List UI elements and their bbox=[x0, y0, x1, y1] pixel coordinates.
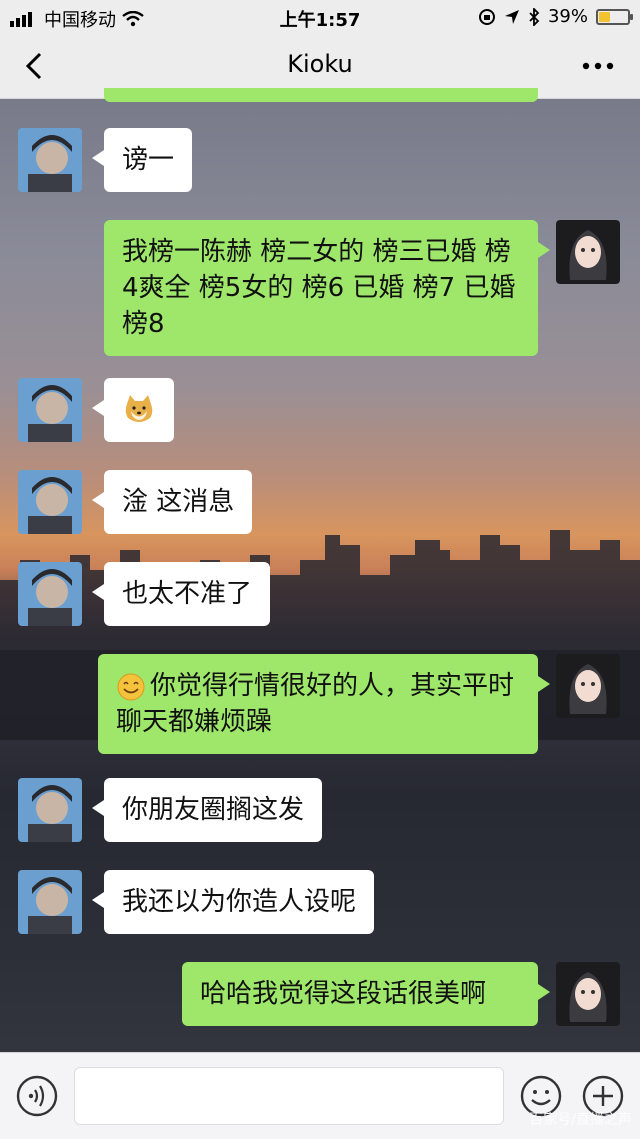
battery-fill bbox=[599, 11, 610, 22]
message-bubble[interactable] bbox=[92, 378, 174, 442]
message-text: 哈哈我觉得这段话很美啊 bbox=[200, 979, 487, 1009]
self-avatar[interactable] bbox=[556, 654, 620, 718]
battery-percent: 39% bbox=[547, 6, 588, 27]
self-avatar[interactable] bbox=[556, 962, 620, 1026]
message-text: 谤一 bbox=[122, 145, 175, 175]
message-bubble[interactable]: 谤一 bbox=[91, 128, 193, 192]
watermark-text: 百家号/直播之声 bbox=[529, 1112, 632, 1128]
more-options-icon[interactable] bbox=[578, 50, 618, 82]
previous-message-edge bbox=[104, 88, 538, 102]
contact-avatar[interactable] bbox=[18, 778, 82, 842]
message-text: 你朋友圈搁这发 bbox=[122, 795, 305, 825]
battery-icon bbox=[596, 8, 633, 25]
message-bubble[interactable]: 我榜一陈赫 榜二女的 榜三已婚 榜4爽全 榜5女的 榜6 已婚 榜7 已婚 榜8 bbox=[104, 220, 550, 356]
message-text: 我榜一陈赫 榜二女的 榜三已婚 榜4爽全 榜5女的 榜6 已婚 榜7 已婚 榜8 bbox=[122, 237, 516, 339]
contact-avatar[interactable] bbox=[18, 378, 82, 442]
input-toolbar: 百家号/直播之声 bbox=[0, 1052, 640, 1139]
bluetooth-icon bbox=[529, 7, 540, 26]
message-text: 我还以为你造人设呢 bbox=[122, 887, 357, 917]
contact-avatar[interactable] bbox=[18, 562, 82, 626]
contact-avatar[interactable] bbox=[18, 870, 82, 934]
message-bubble[interactable]: 哈哈我觉得这段话很美啊 bbox=[182, 962, 550, 1026]
message-bubble[interactable]: 淦 这消息 bbox=[91, 470, 253, 534]
message-bubble[interactable]: 也太不准了 bbox=[91, 562, 271, 626]
message-bubble[interactable]: 我还以为你造人设呢 bbox=[91, 870, 375, 934]
contact-avatar[interactable] bbox=[18, 128, 82, 192]
message-bubble[interactable]: 你朋友圈搁这发 bbox=[91, 778, 323, 842]
message-text: 你觉得行情很好的人，其实平时聊天都嫌烦躁 bbox=[116, 671, 515, 737]
contact-avatar[interactable] bbox=[18, 470, 82, 534]
self-avatar[interactable] bbox=[556, 220, 620, 284]
voice-input-icon[interactable] bbox=[16, 1075, 58, 1117]
doge-emoji-icon bbox=[125, 395, 153, 422]
message-text: 也太不准了 bbox=[122, 579, 253, 609]
status-bar: 中国移动 上午1:57 39% bbox=[0, 0, 640, 34]
location-icon bbox=[504, 9, 519, 24]
smile-emoji-icon bbox=[117, 673, 145, 700]
orientation-lock-icon bbox=[478, 8, 495, 25]
message-bubble[interactable]: 你觉得行情很好的人，其实平时聊天都嫌烦躁 bbox=[98, 654, 550, 754]
message-input[interactable] bbox=[74, 1067, 504, 1125]
chat-title: Kioku bbox=[287, 50, 353, 78]
message-text: 淦 这消息 bbox=[122, 487, 235, 517]
